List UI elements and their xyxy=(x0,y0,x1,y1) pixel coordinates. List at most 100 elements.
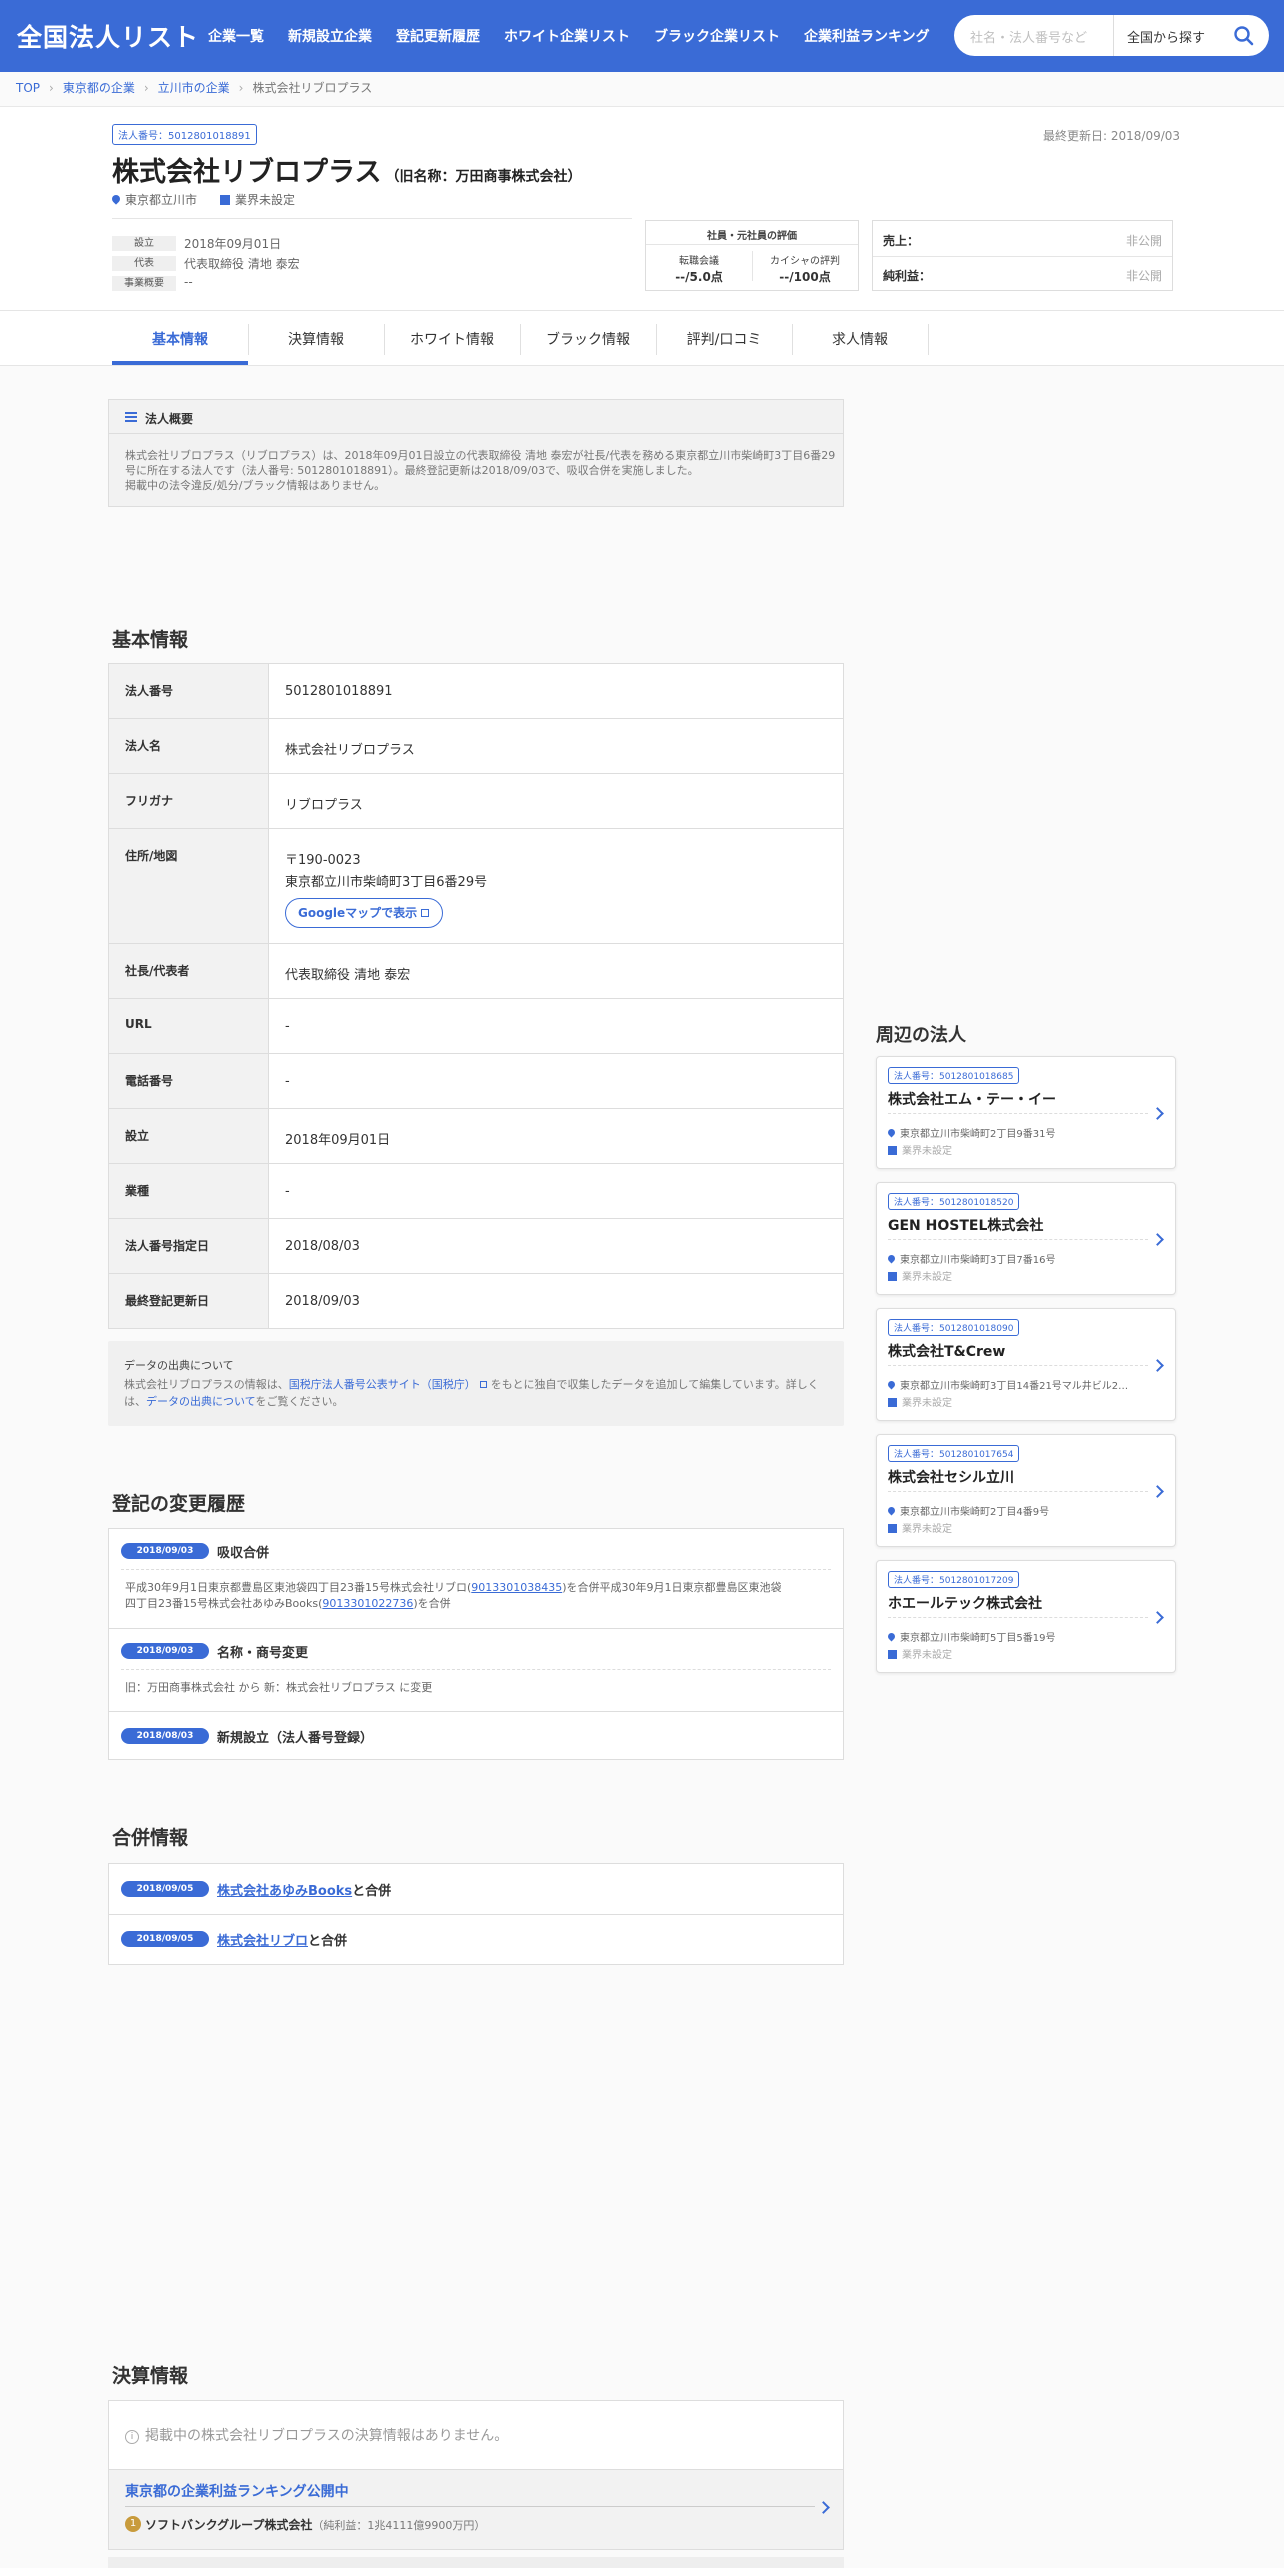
overview-text-line: 掲載中の法令違反/処分/ブラック情報はありません。 xyxy=(125,479,386,492)
eval-value-tenshoku[interactable]: --/5.0点 xyxy=(646,268,752,285)
financial-info-box: i 掲載中の株式会社リブロプラスの決算情報はありません。 東京都の企業利益ランキン… xyxy=(108,2400,844,2550)
row-value-postal-code: 〒190-0023 xyxy=(285,853,361,868)
merged-company-link[interactable]: 株式会社リブロ xyxy=(217,1934,308,1949)
breadcrumb-city[interactable]: 立川市の企業 xyxy=(158,81,230,95)
nearby-industry-text: 業界未設定 xyxy=(902,1398,952,1409)
row-label-company-name: 法人名 xyxy=(125,739,162,753)
nav-black-list[interactable]: ブラック企業リスト xyxy=(654,26,780,46)
row-divider xyxy=(109,1273,843,1274)
site-logo[interactable]: 全国法人リスト xyxy=(17,18,199,54)
nav-white-list[interactable]: ホワイト企業リスト xyxy=(504,26,630,46)
history-heading: 登記の変更履歴 xyxy=(112,1493,246,1515)
building-icon xyxy=(888,1398,897,1407)
eval-value-kaisha[interactable]: --/100点 xyxy=(752,268,858,285)
building-icon xyxy=(220,195,230,205)
sales-label: 売上： xyxy=(883,234,920,248)
divider xyxy=(888,1617,1148,1618)
breadcrumb-top[interactable]: TOP xyxy=(16,81,40,95)
breadcrumb-current: 株式会社リブロプラス xyxy=(252,81,373,95)
nearby-company-card[interactable]: 法人番号：5012801017654 株式会社セシル立川 東京都立川市柴崎町2丁… xyxy=(876,1434,1176,1547)
nav-company-list[interactable]: 企業一覧 xyxy=(208,26,264,46)
location-pin-icon xyxy=(886,1127,897,1138)
nav-new-companies[interactable]: 新規設立企業 xyxy=(288,26,372,46)
search-input[interactable]: 社名・法人番号など xyxy=(970,27,1087,46)
building-icon xyxy=(888,1272,897,1281)
tab-black-info[interactable]: ブラック情報 xyxy=(520,329,656,349)
divider xyxy=(646,244,858,245)
row-value-url: - xyxy=(285,1019,290,1034)
row-divider xyxy=(109,1108,843,1109)
row-divider xyxy=(109,1163,843,1164)
nearby-company-name[interactable]: GEN HOSTEL株式会社 xyxy=(888,1215,1043,1235)
eval-label-tenshoku: 転職会議 xyxy=(679,256,719,267)
fact-value-founded: 2018年09月01日 xyxy=(184,237,282,251)
tab-white-info[interactable]: ホワイト情報 xyxy=(384,329,520,349)
merger-item: 株式会社リブロと合併 xyxy=(217,1930,347,1949)
nearby-industry-text: 業界未設定 xyxy=(902,1146,952,1157)
history-detail-text: )を合併 xyxy=(413,1597,451,1610)
row-value-furigana: リブロプラス xyxy=(285,798,363,813)
nearby-company-address: 東京都立川市柴崎町3丁目14番21号マル井ビル2… xyxy=(886,1377,1128,1392)
employee-evaluation-box: 社員・元社員の評価 転職会議 --/5.0点 カイシャの評判 --/100点 xyxy=(645,220,859,291)
overview-text-line: 株式会社リブロプラス（リブロプラス）は、2018年09月01日設立の代表取締役 … xyxy=(125,449,836,462)
data-source-link[interactable]: データの出典について xyxy=(146,1395,255,1408)
history-item-title: 吸収合併 xyxy=(217,1546,270,1561)
nearby-company-name[interactable]: 株式会社セシル立川 xyxy=(888,1467,1014,1487)
row-label-url: URL xyxy=(125,1017,152,1031)
source-text: 株式会社リブロプラスの情報は、 xyxy=(124,1378,289,1391)
nav-profit-ranking[interactable]: 企業利益ランキング xyxy=(804,26,930,46)
menu-lines-icon xyxy=(125,412,137,422)
building-icon xyxy=(888,1146,897,1155)
nearby-company-address: 東京都立川市柴崎町2丁目9番31号 xyxy=(886,1125,1055,1140)
source-text: をご覧ください。 xyxy=(255,1395,344,1408)
merger-date-badge: 2018/09/05 xyxy=(121,1931,209,1947)
merged-company-link[interactable]: 株式会社あゆみBooks xyxy=(217,1884,352,1899)
nearby-company-card[interactable]: 法人番号：5012801018090 株式会社T&Crew 東京都立川市柴崎町3… xyxy=(876,1308,1176,1421)
ranking-title[interactable]: 東京都の企業利益ランキング公開中 xyxy=(125,2481,349,2501)
nearby-company-card[interactable]: 法人番号：5012801018520 GEN HOSTEL株式会社 東京都立川市… xyxy=(876,1182,1176,1295)
chevron-right-icon xyxy=(1151,1359,1164,1372)
nearby-company-address: 東京都立川市柴崎町3丁目7番16号 xyxy=(886,1251,1055,1266)
tab-jobs[interactable]: 求人情報 xyxy=(792,329,928,349)
search-icon[interactable] xyxy=(1231,23,1257,49)
company-name-text: 株式会社リブロプラス xyxy=(112,157,382,188)
corporate-number-link[interactable]: 9013301022736 xyxy=(322,1597,413,1610)
breadcrumb-chevron-icon: › xyxy=(49,81,54,95)
fact-label-representative: 代表 xyxy=(112,256,176,271)
divider xyxy=(125,2506,815,2507)
corporate-number-link[interactable]: 9013301038435 xyxy=(471,1581,562,1594)
nta-site-link[interactable]: 国税庁法人番号公表サイト（国税庁） xyxy=(289,1378,476,1391)
nearby-address-text: 東京都立川市柴崎町5丁目5番19号 xyxy=(900,1633,1056,1644)
row-divider xyxy=(109,943,843,944)
google-map-button[interactable]: Googleマップで表示 xyxy=(285,898,443,928)
row-value-last-registry-update: 2018/09/03 xyxy=(285,1294,360,1309)
profit-ranking-banner[interactable]: 東京都の企業利益ランキング公開中 1 ソフトバンクグループ株式会社（純利益：1兆… xyxy=(109,2469,843,2549)
nav-registry-updates[interactable]: 登記更新履歴 xyxy=(396,26,480,46)
nearby-company-card[interactable]: 法人番号：5012801017209 ホエールテック株式会社 東京都立川市柴崎町… xyxy=(876,1560,1176,1673)
row-label-industry: 業種 xyxy=(125,1184,150,1198)
nearby-industry-text: 業界未設定 xyxy=(902,1272,952,1283)
nearby-company-name[interactable]: ホエールテック株式会社 xyxy=(888,1593,1042,1613)
nearby-company-card[interactable]: 法人番号：5012801018685 株式会社エム・テー・イー 東京都立川市柴崎… xyxy=(876,1056,1176,1169)
row-label-corporate-number: 法人番号 xyxy=(125,684,174,698)
tab-reviews[interactable]: 評判/口コミ xyxy=(656,329,792,349)
company-location: 東京都立川市 xyxy=(110,191,197,208)
source-text-line: は、データの出典についてをご覧ください。 xyxy=(124,1393,343,1409)
nearby-company-name[interactable]: 株式会社エム・テー・イー xyxy=(888,1089,1056,1109)
history-detail-text: 平成30年9月1日東京都豊島区東池袋四丁目23番15号株式会社リブロ( xyxy=(125,1581,472,1594)
row-value-company-name: 株式会社リブロプラス xyxy=(285,743,415,758)
row-divider xyxy=(109,773,843,774)
google-map-button-label: Googleマップで表示 xyxy=(298,906,418,920)
breadcrumb-prefecture[interactable]: 東京都の企業 xyxy=(63,81,135,95)
row-divider xyxy=(109,828,843,829)
tab-financial-info[interactable]: 決算情報 xyxy=(248,329,384,349)
divider xyxy=(112,218,632,219)
company-name: 株式会社リブロプラス （旧名称：万田商事株式会社） xyxy=(112,150,581,189)
search-scope-select[interactable]: 全国から探す xyxy=(1127,27,1205,46)
breadcrumb: TOP › 東京都の企業 › 立川市の企業 › 株式会社リブロプラス xyxy=(16,79,372,96)
tab-basic-info[interactable]: 基本情報 xyxy=(112,329,248,349)
row-value-number-assigned-date: 2018/08/03 xyxy=(285,1239,360,1254)
chevron-right-icon xyxy=(1151,1107,1164,1120)
source-text: は、 xyxy=(124,1395,146,1408)
nearby-company-name[interactable]: 株式会社T&Crew xyxy=(888,1341,1005,1361)
